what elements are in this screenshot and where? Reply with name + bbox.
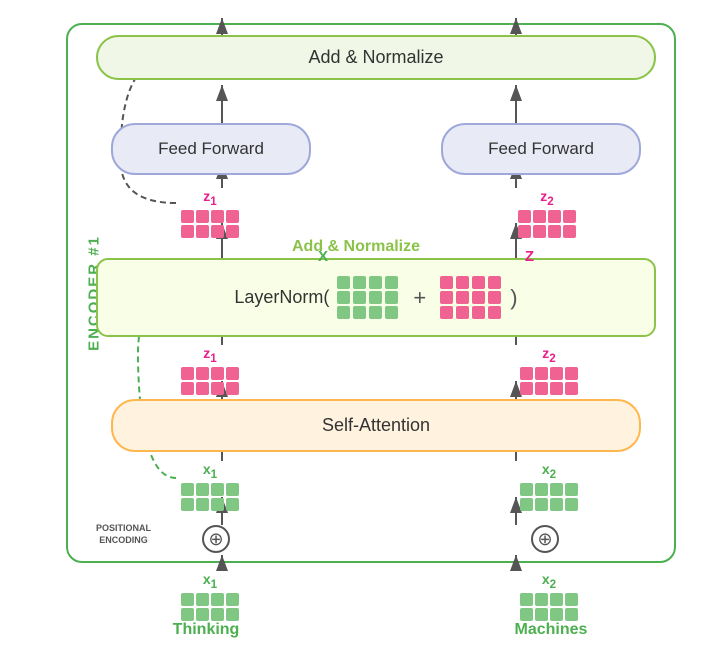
pos-enc-circle-right: ⊕ <box>531 525 559 553</box>
x2-label-final: x2 <box>542 571 556 591</box>
plus-sign: + <box>413 285 426 311</box>
word-thinking: Thinking <box>173 621 240 638</box>
add-normalize-top: Add & Normalize <box>96 35 656 80</box>
pos-enc-label: POSITIONALENCODING <box>96 523 151 546</box>
x1-tokens-bottom: x1 <box>181 461 239 511</box>
z1-label-mid: z1 <box>203 345 216 365</box>
plus-circle-right: ⊕ <box>531 525 559 553</box>
feed-forward-right: Feed Forward <box>441 123 641 175</box>
x2-tokens-bottom: x2 <box>520 461 578 511</box>
x1-label-final: x1 <box>203 571 217 591</box>
layernorm-box: X Z LayerNorm( + ) <box>96 258 656 337</box>
pos-enc-circle-left: ⊕ <box>202 525 230 553</box>
word-thinking-container: Thinking <box>156 621 256 639</box>
x1-tokens-final: x1 <box>181 571 239 621</box>
z-token-grid <box>440 276 502 319</box>
x2-label-bottom: x2 <box>542 461 556 481</box>
x2-tokens-final: x2 <box>520 571 578 621</box>
word-machines: Machines <box>515 621 588 638</box>
word-machines-container: Machines <box>501 621 601 639</box>
layernorm-text: LayerNorm( <box>234 287 329 308</box>
close-paren: ) <box>510 285 517 311</box>
z1-tokens-top: z1 <box>181 188 239 238</box>
x1-label-bottom: x1 <box>203 461 217 481</box>
feed-forward-left: Feed Forward <box>111 123 311 175</box>
z2-label-mid: z2 <box>542 345 555 365</box>
add-normalize-middle: Add & Normalize <box>292 238 420 256</box>
z2-tokens-mid: z2 <box>520 345 578 395</box>
z1-tokens-mid: z1 <box>181 345 239 395</box>
x-token-grid <box>337 276 399 319</box>
z1-label-top: z1 <box>203 188 216 208</box>
diagram-container: ENCODER #1 <box>26 13 686 653</box>
plus-circle-left: ⊕ <box>202 525 230 553</box>
z2-tokens-top: z2 <box>518 188 576 238</box>
z2-label-top: z2 <box>540 188 553 208</box>
self-attention: Self-Attention <box>111 399 641 452</box>
z-label-layernorm: Z <box>525 248 534 265</box>
